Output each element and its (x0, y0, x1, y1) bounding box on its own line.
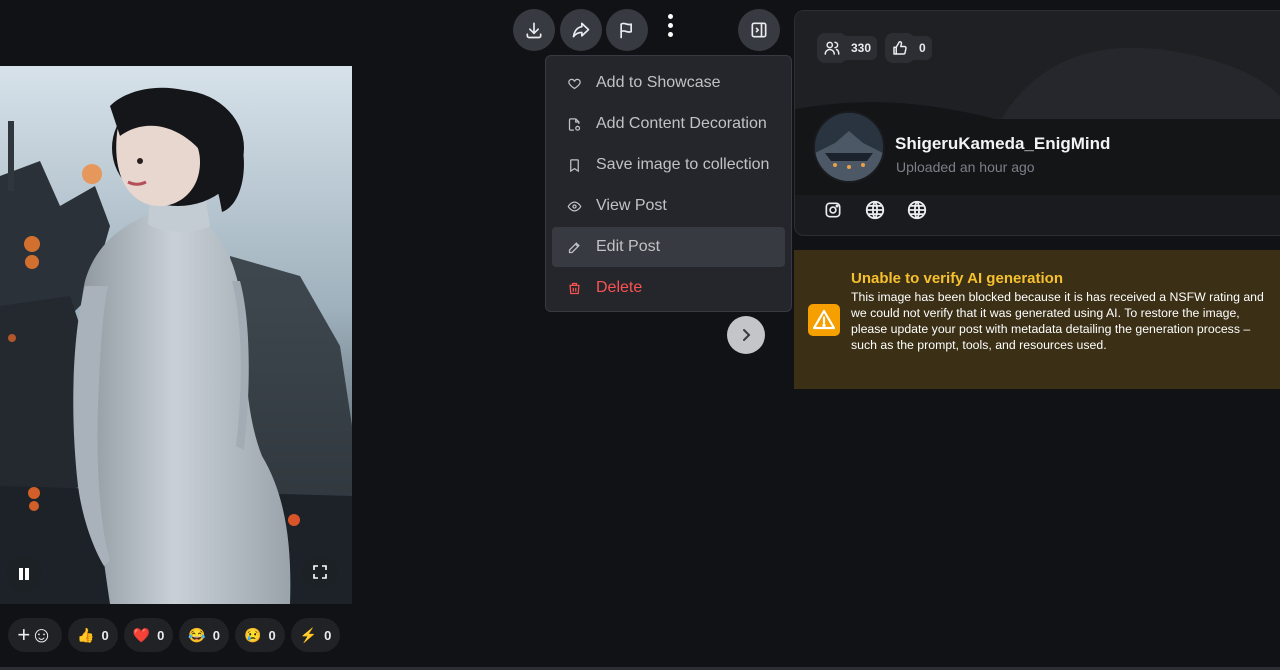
reaction-heart[interactable]: ❤️ 0 (123, 618, 174, 652)
alert-triangle-icon (808, 304, 840, 336)
add-reaction-button[interactable]: +☺ (8, 618, 62, 652)
globe-icon (907, 200, 927, 220)
profile-stats: 330 0 (817, 33, 932, 63)
eye-icon (566, 198, 582, 214)
menu-item-add-to-showcase[interactable]: Add to Showcase (552, 63, 785, 103)
reaction-count: 0 (268, 627, 276, 643)
trash-icon (566, 280, 582, 296)
thumbs-up-emoji-icon: 👍 (77, 627, 95, 643)
toggle-panel-button[interactable] (738, 9, 780, 51)
menu-item-label: Save image to collection (596, 156, 770, 173)
cry-emoji-icon: 😢 (244, 627, 262, 643)
share-icon (572, 22, 590, 38)
avatar-image (815, 113, 883, 181)
file-decoration-icon (566, 116, 582, 132)
website-link-2[interactable] (905, 198, 929, 222)
warning-body: This image has been blocked because it i… (851, 290, 1264, 352)
creator-card: 330 0 ShigeruKameda_EnigMind Uploaded an… (794, 10, 1280, 236)
layout-sidebar-right-icon (751, 22, 767, 38)
warning-title: Unable to verify AI generation (851, 270, 1063, 287)
avatar[interactable] (813, 111, 885, 183)
menu-item-label: View Post (596, 197, 667, 214)
users-icon (817, 33, 847, 63)
more-options-menu: Add to Showcase Add Content Decoration S… (545, 55, 792, 312)
reaction-count: 0 (324, 627, 332, 643)
dots-vertical-icon (667, 13, 673, 19)
banner-shape (795, 47, 1280, 131)
menu-item-add-content-decoration[interactable]: Add Content Decoration (552, 104, 785, 144)
fullscreen-button[interactable] (302, 554, 338, 590)
reaction-buzz[interactable]: ⚡ 0 (290, 618, 341, 652)
report-button[interactable] (606, 9, 648, 51)
chevron-right-icon (743, 329, 751, 341)
pause-button[interactable] (6, 556, 42, 592)
download-icon (526, 22, 542, 39)
reaction-like[interactable]: 👍 0 (68, 618, 118, 652)
next-image-button[interactable] (727, 316, 765, 354)
instagram-link[interactable] (821, 198, 845, 222)
laugh-emoji-icon: 😂 (188, 627, 206, 643)
fullscreen-icon (313, 565, 327, 579)
heart-emoji-icon: ❤️ (132, 627, 151, 643)
download-button[interactable] (513, 9, 555, 51)
menu-item-label: Add to Showcase (596, 74, 721, 91)
menu-item-label: Edit Post (596, 238, 661, 255)
thumb-up-icon (885, 33, 916, 63)
menu-item-label: Add Content Decoration (596, 115, 767, 132)
social-links (821, 198, 929, 222)
menu-item-label: Delete (596, 279, 643, 296)
followers-stat[interactable]: 330 (817, 33, 878, 63)
upload-time: Uploaded an hour ago (896, 159, 1035, 175)
lightning-emoji-icon: ⚡ (299, 627, 318, 643)
likes-stat[interactable]: 0 (885, 33, 932, 63)
heart-icon (566, 75, 582, 91)
bookmark-icon (566, 157, 582, 173)
menu-item-save-to-collection[interactable]: Save image to collection (552, 145, 785, 185)
username[interactable]: ShigeruKameda_EnigMind (895, 134, 1110, 154)
more-options-button[interactable] (660, 4, 680, 46)
reaction-cry[interactable]: 😢 0 (235, 618, 285, 652)
profile-banner (795, 11, 1280, 131)
post-image[interactable] (0, 66, 352, 604)
reaction-laugh[interactable]: 😂 0 (179, 618, 230, 652)
followers-count: 330 (845, 36, 878, 60)
globe-icon (865, 200, 885, 220)
menu-item-edit-post[interactable]: Edit Post (552, 227, 785, 267)
menu-item-view-post[interactable]: View Post (552, 186, 785, 226)
likes-count: 0 (913, 36, 932, 60)
instagram-icon (825, 202, 841, 218)
reaction-count: 0 (212, 627, 221, 643)
reaction-count: 0 (157, 627, 165, 643)
website-link-1[interactable] (863, 198, 887, 222)
flag-icon (620, 22, 632, 39)
nsfw-warning-alert: Unable to verify AI generation This imag… (794, 250, 1280, 389)
share-button[interactable] (560, 9, 602, 51)
reaction-count: 0 (101, 627, 109, 643)
reactions-bar: +☺ 👍 0 ❤️ 0 😂 0 😢 0 ⚡ 0 (8, 618, 341, 652)
menu-item-delete[interactable]: Delete (552, 268, 785, 308)
pause-icon (19, 568, 29, 580)
pencil-icon (566, 239, 582, 255)
